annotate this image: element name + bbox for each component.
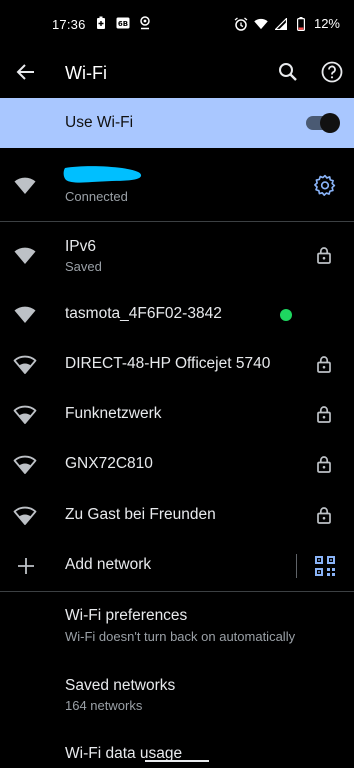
network-row-ipv6[interactable]: IPv6 Saved: [0, 234, 354, 282]
wifi-settings-screen: 17:36 6B 12% Wi-Fi Use Wi-Fi Connected I…: [0, 0, 354, 768]
add-network-row[interactable]: Add network: [0, 541, 354, 591]
connected-status: Connected: [65, 189, 128, 204]
network-name: DIRECT-48-HP Officejet 5740: [65, 355, 271, 372]
cell-signal-icon: [274, 17, 288, 31]
location-pin-icon: [138, 16, 152, 30]
use-wifi-toggle[interactable]: [306, 112, 340, 134]
wifi-weak-icon: [13, 403, 37, 427]
text-underline: [145, 760, 209, 762]
wifi-preferences-row[interactable]: Wi-Fi preferences Wi-Fi doesn't turn bac…: [0, 598, 354, 654]
status-left-icons: 6B: [94, 16, 152, 30]
lock-icon: [315, 355, 333, 373]
network-name: Funknetzwerk: [65, 405, 162, 422]
storage-6b-icon: 6B: [116, 16, 130, 30]
add-network-label: Add network: [65, 556, 152, 573]
network-name: GNX72C810: [65, 455, 153, 472]
wifi-full-icon: [13, 244, 37, 268]
network-status: Saved: [65, 259, 102, 274]
wifi-weak-icon: [13, 353, 37, 377]
wifi-data-usage-row[interactable]: Wi-Fi data usage: [0, 736, 354, 768]
network-row-direct-hp[interactable]: DIRECT-48-HP Officejet 5740: [0, 340, 354, 390]
wifi-weak-icon: [13, 453, 37, 477]
wifi-signal-icon: [254, 17, 268, 31]
status-bar: 17:36 6B 12%: [0, 0, 354, 50]
battery-low-icon: [294, 16, 308, 31]
wifi-preferences-subtitle: Wi-Fi doesn't turn back on automatically: [65, 629, 296, 644]
network-name: IPv6: [65, 238, 97, 255]
lock-icon: [315, 455, 333, 473]
arrow-back-icon[interactable]: [14, 60, 38, 84]
vertical-divider: [296, 554, 297, 578]
svg-text:6B: 6B: [118, 20, 128, 28]
divider: [0, 221, 354, 222]
wifi-full-icon: [13, 174, 37, 198]
wifi-preferences-title: Wi-Fi preferences: [65, 607, 188, 624]
green-status-dot: [280, 309, 292, 321]
use-wifi-label: Use Wi-Fi: [65, 114, 134, 131]
wifi-full-icon: [13, 303, 37, 327]
redacted-network-name: [62, 164, 144, 186]
network-row-funknetzwerk[interactable]: Funknetzwerk: [0, 390, 354, 440]
app-bar: Wi-Fi: [0, 50, 354, 96]
network-row-tasmota[interactable]: tasmota_4F6F02-3842: [0, 290, 354, 340]
status-right-icons: 12%: [234, 16, 340, 31]
gear-icon[interactable]: [314, 174, 336, 196]
battery-saver-icon: [94, 16, 108, 30]
saved-networks-count: 164 networks: [65, 698, 143, 713]
toggle-thumb: [320, 113, 340, 133]
lock-icon: [315, 246, 333, 264]
divider: [0, 591, 354, 592]
network-row-zu-gast[interactable]: Zu Gast bei Freunden: [0, 491, 354, 541]
network-row-gnx72c810[interactable]: GNX72C810: [0, 440, 354, 490]
alarm-icon: [234, 16, 248, 31]
search-icon[interactable]: [276, 60, 300, 84]
connected-network-row[interactable]: Connected: [0, 156, 354, 218]
status-time: 17:36: [52, 17, 86, 32]
qr-scan-icon[interactable]: [314, 555, 336, 577]
saved-networks-row[interactable]: Saved networks 164 networks: [0, 668, 354, 718]
plus-icon: [14, 554, 38, 578]
use-wifi-row[interactable]: Use Wi-Fi: [0, 98, 354, 148]
network-name: tasmota_4F6F02-3842: [65, 305, 222, 322]
lock-icon: [315, 506, 333, 524]
saved-networks-title: Saved networks: [65, 677, 176, 694]
battery-percent: 12%: [313, 16, 340, 31]
help-icon[interactable]: [320, 60, 344, 84]
page-title: Wi-Fi: [65, 63, 107, 83]
network-name: Zu Gast bei Freunden: [65, 506, 216, 523]
wifi-weak-icon: [13, 504, 37, 528]
lock-icon: [315, 405, 333, 423]
